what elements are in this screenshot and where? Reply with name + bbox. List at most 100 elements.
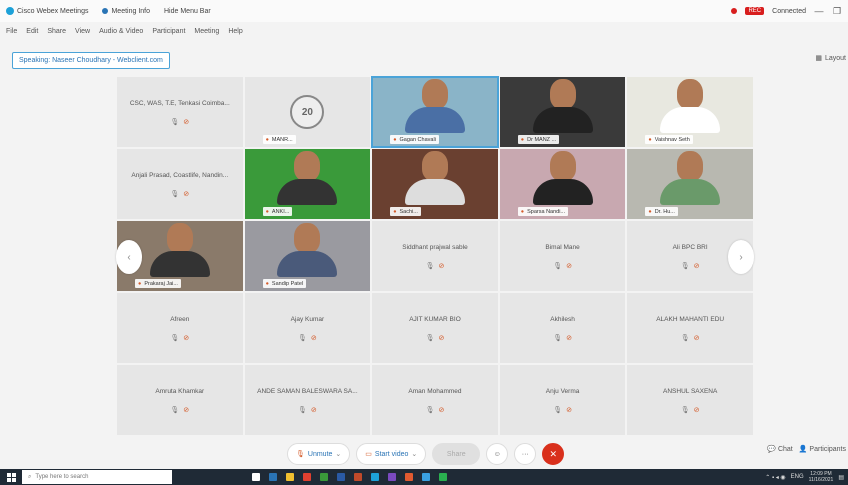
participant-tile[interactable]: Ajay Kumar 🎙 ⊘: [243, 292, 372, 364]
mic-muted-icon: 🎙: [170, 406, 180, 414]
participant-tile[interactable]: ● Vaishnav Seth: [626, 76, 754, 148]
mic-muted-icon: ●: [520, 208, 525, 215]
prev-page-button[interactable]: ‹: [116, 240, 142, 274]
participant-status: 🎙 ⊘: [170, 118, 189, 126]
language-indicator[interactable]: ENG: [791, 474, 804, 480]
chevron-down-icon: ⌄: [335, 451, 342, 458]
participant-tile[interactable]: Siddhant prajwal sable 🎙 ⊘: [371, 220, 499, 292]
mic-muted-icon: ●: [648, 208, 652, 215]
participant-name: CSC, WAS, T.E, Tenkasi Coimba...: [129, 99, 230, 107]
participant-tile[interactable]: CSC, WAS, T.E, Tenkasi Coimba... 🎙 ⊘: [116, 76, 244, 148]
powerpoint-icon[interactable]: [354, 473, 362, 481]
side-panel-controls: 💬 Chat 👤 Participants: [767, 445, 846, 453]
participant-status: 🎙 ⊘: [426, 406, 445, 414]
next-page-button[interactable]: ›: [728, 240, 754, 274]
participant-status: 🎙 ⊘: [553, 406, 572, 414]
participant-tile[interactable]: ● Dr MANZ ...: [498, 76, 627, 148]
teams-icon[interactable]: [388, 473, 396, 481]
participant-video: [277, 151, 338, 205]
participant-tile[interactable]: Aman Mohammed 🎙 ⊘: [371, 364, 499, 436]
word-icon[interactable]: [337, 473, 345, 481]
start-video-button[interactable]: ▭ Start video ⌄: [356, 443, 427, 465]
menu-audio-video[interactable]: Audio & Video: [99, 28, 143, 35]
layout-button[interactable]: ▦ Layout: [815, 54, 846, 63]
app-icon[interactable]: [422, 473, 430, 481]
chat-button[interactable]: 💬 Chat: [767, 445, 792, 453]
participant-tile[interactable]: Anju Verma 🎙 ⊘: [498, 364, 627, 436]
menu-participant[interactable]: Participant: [152, 28, 185, 35]
participant-tile[interactable]: Bimal Mane 🎙 ⊘: [498, 220, 627, 292]
video-off-icon: ⊘: [566, 334, 572, 342]
participant-tile[interactable]: Afreen 🎙 ⊘: [116, 292, 244, 364]
reactions-button[interactable]: ☺: [486, 443, 509, 465]
unmute-button[interactable]: 🎙 Unmute ⌄: [287, 443, 351, 465]
video-off-icon: ⊘: [566, 406, 572, 414]
participant-tile[interactable]: ALAKH MAHANTI EDU 🎙 ⊘: [626, 292, 754, 364]
menu-share[interactable]: Share: [47, 28, 66, 35]
menu-edit[interactable]: Edit: [26, 28, 38, 35]
menu-view[interactable]: View: [75, 28, 90, 35]
participants-button[interactable]: 👤 Participants: [799, 445, 846, 453]
participant-name: ANDE SAMAN BALESWARA SA...: [257, 387, 358, 395]
file-explorer-icon[interactable]: [286, 473, 294, 481]
participant-name: Anjali Prasad, Coastlife, Nandin...: [131, 171, 229, 179]
excel-icon[interactable]: [320, 473, 328, 481]
participant-tile[interactable]: Akhilesh 🎙 ⊘: [498, 292, 627, 364]
participant-status: 🎙 ⊘: [681, 262, 700, 270]
tray-icons[interactable]: ⌃ ▪ ◂ ◉: [765, 474, 785, 481]
task-view-icon[interactable]: [252, 473, 260, 481]
mic-muted-icon: 🎙: [680, 262, 690, 270]
participant-tile[interactable]: ● ANKI...: [243, 148, 372, 220]
meeting-info-button[interactable]: Meeting Info: [102, 8, 150, 15]
participant-tile[interactable]: ● Gagan Chavali: [371, 76, 499, 148]
app-icon[interactable]: [405, 473, 413, 481]
participant-name: Ali BPC BRI: [672, 243, 708, 251]
video-off-icon: ⊘: [183, 334, 190, 342]
participant-name: Siddhant prajwal sable: [402, 243, 468, 251]
more-icon: ···: [521, 450, 529, 458]
participant-tile[interactable]: ● Dr. Hu...: [626, 148, 754, 220]
participant-tile[interactable]: Amruta Khamkar 🎙 ⊘: [116, 364, 244, 436]
chat-icon: 💬: [767, 446, 776, 453]
participant-tile[interactable]: 20 ● MANR...: [243, 76, 372, 148]
webex-taskbar-icon[interactable]: [371, 473, 379, 481]
participant-tile[interactable]: ● Sandip Patel: [243, 220, 372, 292]
participant-tile[interactable]: ● Sachi...: [371, 148, 499, 220]
participant-name-label: ● Prakaraj Jai...: [135, 279, 181, 288]
menu-meeting[interactable]: Meeting: [194, 28, 219, 35]
share-button[interactable]: Share: [432, 443, 481, 465]
recording-badge: REC: [745, 7, 765, 15]
menu-file[interactable]: File: [6, 28, 17, 35]
mic-muted-icon: ●: [265, 280, 269, 287]
participants-icon: 👤: [798, 446, 808, 453]
participant-status: 🎙 ⊘: [426, 334, 445, 342]
participant-tile[interactable]: ANDE SAMAN BALESWARA SA... 🎙 ⊘: [243, 364, 372, 436]
minimize-button[interactable]: —: [814, 6, 824, 16]
taskbar-search-input[interactable]: ⌕ Type here to search: [22, 470, 172, 484]
participant-tile[interactable]: ● Sparsa Nandi...: [498, 148, 627, 220]
participant-name: ALAKH MAHANTI EDU: [656, 315, 725, 323]
hide-menu-button[interactable]: Hide Menu Bar: [164, 8, 211, 15]
app-icon[interactable]: [439, 473, 447, 481]
more-options-button[interactable]: ···: [514, 443, 537, 465]
connection-status[interactable]: Connected: [772, 8, 806, 15]
participant-name-label: ● ANKI...: [262, 207, 293, 216]
start-button[interactable]: [0, 469, 22, 485]
participant-name: AJIT KUMAR BIO: [409, 315, 461, 323]
edge-icon[interactable]: [269, 473, 277, 481]
end-call-button[interactable]: ✕: [542, 443, 565, 465]
mic-muted-icon: 🎙: [553, 334, 563, 342]
participant-tile[interactable]: Anjali Prasad, Coastlife, Nandin... 🎙 ⊘: [116, 148, 244, 220]
clock[interactable]: 12:09 PM 11/16/2021: [809, 471, 834, 483]
participant-tile[interactable]: ANSHUL SAXENA 🎙 ⊘: [626, 364, 754, 436]
mic-muted-icon: 🎙: [298, 406, 307, 414]
notifications-icon[interactable]: ▤: [838, 474, 844, 481]
menu-help[interactable]: Help: [228, 28, 242, 35]
video-off-icon: ⊘: [183, 406, 190, 414]
mic-muted-icon: 🎙: [553, 406, 563, 414]
restore-button[interactable]: ❐: [832, 6, 842, 17]
participant-name: ANSHUL SAXENA: [663, 387, 718, 395]
chrome-icon[interactable]: [303, 473, 311, 481]
participant-tile[interactable]: AJIT KUMAR BIO 🎙 ⊘: [371, 292, 499, 364]
mic-muted-icon: ●: [138, 280, 142, 287]
